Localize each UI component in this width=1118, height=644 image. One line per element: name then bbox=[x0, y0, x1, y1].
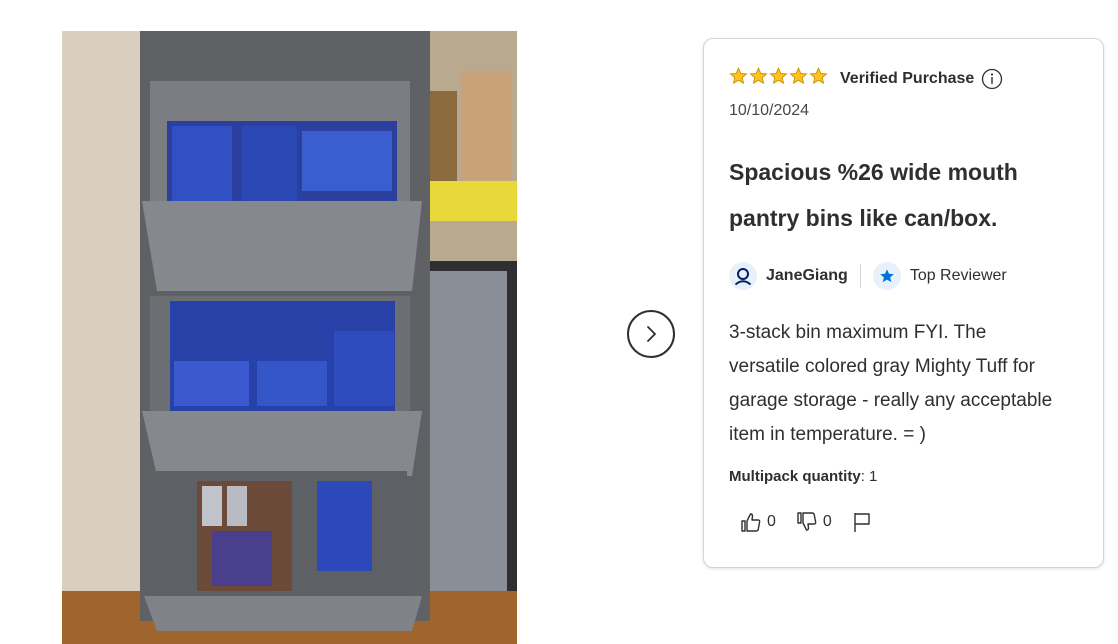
rating-row: Verified Purchase bbox=[729, 66, 1003, 90]
unhelpful-count: 0 bbox=[822, 513, 832, 530]
variant-info: Multipack quantity: 1 bbox=[729, 468, 877, 485]
star-icon bbox=[749, 66, 768, 90]
unhelpful-button[interactable]: 0 bbox=[796, 511, 832, 533]
review-title: Spacious %26 wide mouth pantry bins like… bbox=[729, 159, 1018, 231]
star-icon bbox=[789, 66, 808, 90]
review-photo[interactable] bbox=[62, 31, 517, 644]
thumbs-down-icon bbox=[796, 511, 818, 533]
report-button[interactable] bbox=[852, 511, 872, 533]
reviewer-name: JaneGiang bbox=[766, 267, 848, 284]
review-date: 10/10/2024 bbox=[729, 102, 810, 119]
top-reviewer-badge: Top Reviewer bbox=[909, 267, 1007, 284]
user-icon bbox=[729, 262, 757, 290]
flag-icon bbox=[852, 511, 872, 533]
helpful-button[interactable]: 0 bbox=[740, 511, 776, 533]
review-photo-image bbox=[62, 31, 517, 644]
verified-purchase-label: Verified Purchase bbox=[840, 69, 975, 87]
star-icon bbox=[729, 66, 748, 90]
info-icon[interactable] bbox=[981, 68, 1003, 90]
star-icon bbox=[809, 66, 828, 90]
reviewer-row: JaneGiang Top Reviewer bbox=[729, 262, 1007, 290]
star-rating bbox=[729, 66, 828, 90]
helpful-count: 0 bbox=[767, 513, 776, 530]
next-review-button[interactable] bbox=[627, 310, 675, 358]
divider bbox=[859, 264, 861, 288]
thumbs-up-icon bbox=[740, 511, 762, 533]
star-icon bbox=[872, 262, 901, 290]
star-icon bbox=[769, 66, 788, 90]
review-card: Verified Purchase 10/10/2024 Spacious %2… bbox=[703, 38, 1104, 568]
review-body: 3-stack bin maximum FYI. The versatile c… bbox=[729, 322, 1053, 445]
chevron-right-icon bbox=[643, 324, 659, 344]
feedback-row: 0 0 bbox=[740, 511, 892, 533]
variant-label: Multipack quantity bbox=[729, 468, 861, 485]
variant-value: : 1 bbox=[860, 468, 878, 485]
